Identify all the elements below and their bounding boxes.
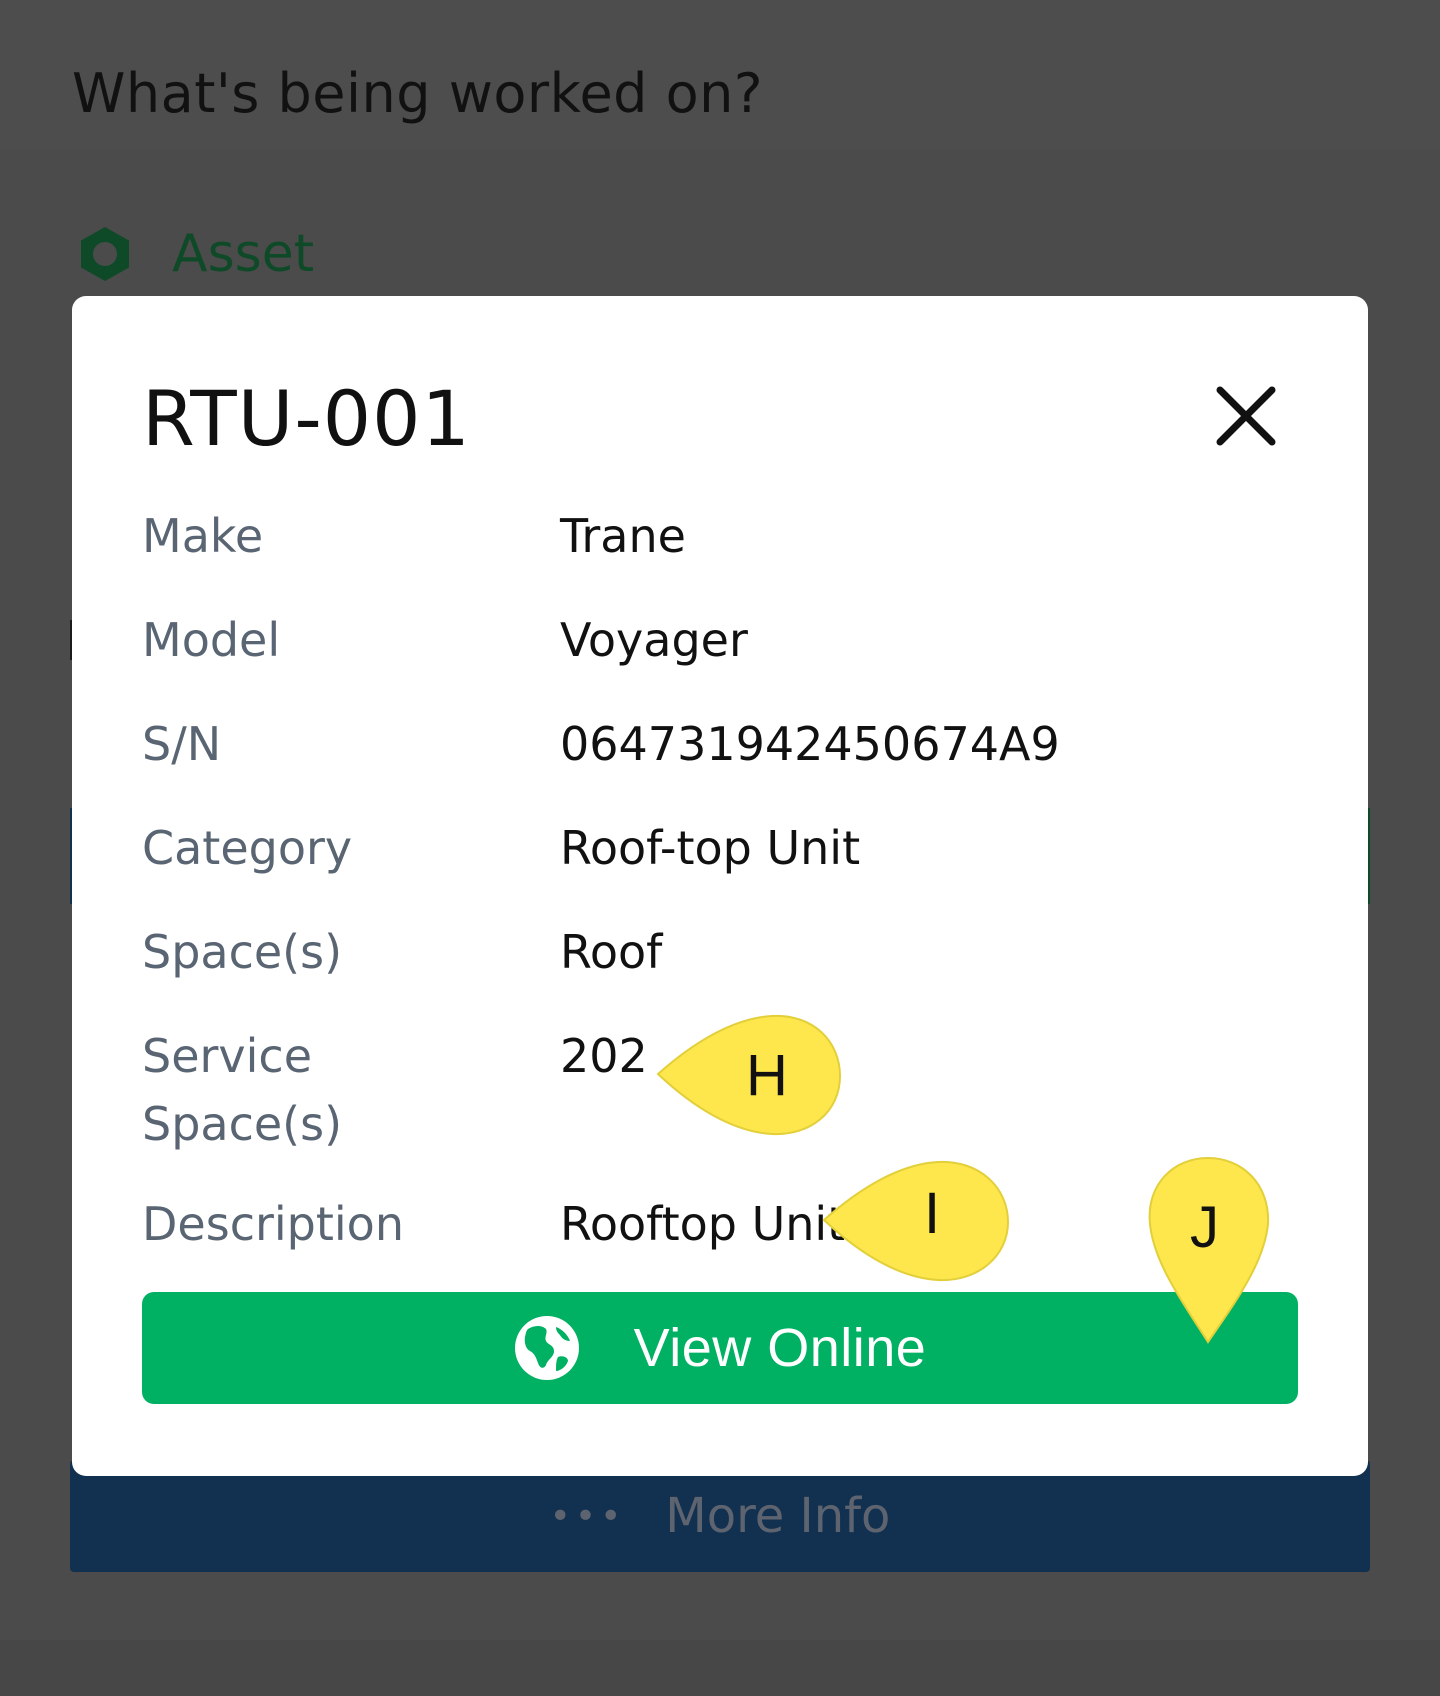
detail-value: Trane — [560, 509, 686, 563]
view-online-button[interactable]: View Online — [142, 1292, 1298, 1404]
detail-label: Category — [142, 821, 353, 875]
detail-label: Service Space(s) — [142, 1029, 343, 1151]
callout-letter: H — [746, 1043, 788, 1108]
detail-label: Make — [142, 509, 264, 563]
view-online-label: View Online — [633, 1318, 927, 1378]
page-question: What's being worked on? — [72, 62, 764, 125]
more-info-label: More Info — [665, 1488, 891, 1544]
detail-value: Roof-top Unit — [560, 821, 861, 875]
more-dots-icon: ••• — [549, 1495, 626, 1537]
callout-letter: J — [1190, 1195, 1219, 1260]
callout-i: I — [820, 1156, 1010, 1284]
page-header: What's being worked on? — [0, 0, 1440, 150]
asset-section-header: Asset — [76, 224, 314, 284]
callout-marker-shape — [822, 1160, 1010, 1282]
callout-letter: I — [924, 1181, 941, 1246]
detail-value: 064731942450674A9 — [560, 717, 1060, 771]
callout-j: J — [1144, 1154, 1274, 1346]
detail-value: Roof — [560, 925, 663, 979]
callout-h: H — [654, 1012, 844, 1140]
detail-label: Space(s) — [142, 925, 343, 979]
close-icon[interactable] — [1212, 382, 1280, 450]
detail-value: Voyager — [560, 613, 748, 667]
asset-label: Asset — [172, 224, 315, 284]
detail-label: S/N — [142, 717, 222, 771]
detail-label: Description — [142, 1197, 404, 1251]
detail-value: 202 — [560, 1029, 648, 1083]
detail-value: Rooftop Unit — [560, 1197, 846, 1251]
detail-label: Model — [142, 613, 281, 667]
globe-icon — [514, 1316, 579, 1380]
modal-title: RTU-001 — [142, 374, 471, 463]
hexagon-icon — [81, 227, 129, 281]
page-footer — [0, 1640, 1440, 1696]
more-info-button: ••• More Info — [70, 1460, 1370, 1572]
